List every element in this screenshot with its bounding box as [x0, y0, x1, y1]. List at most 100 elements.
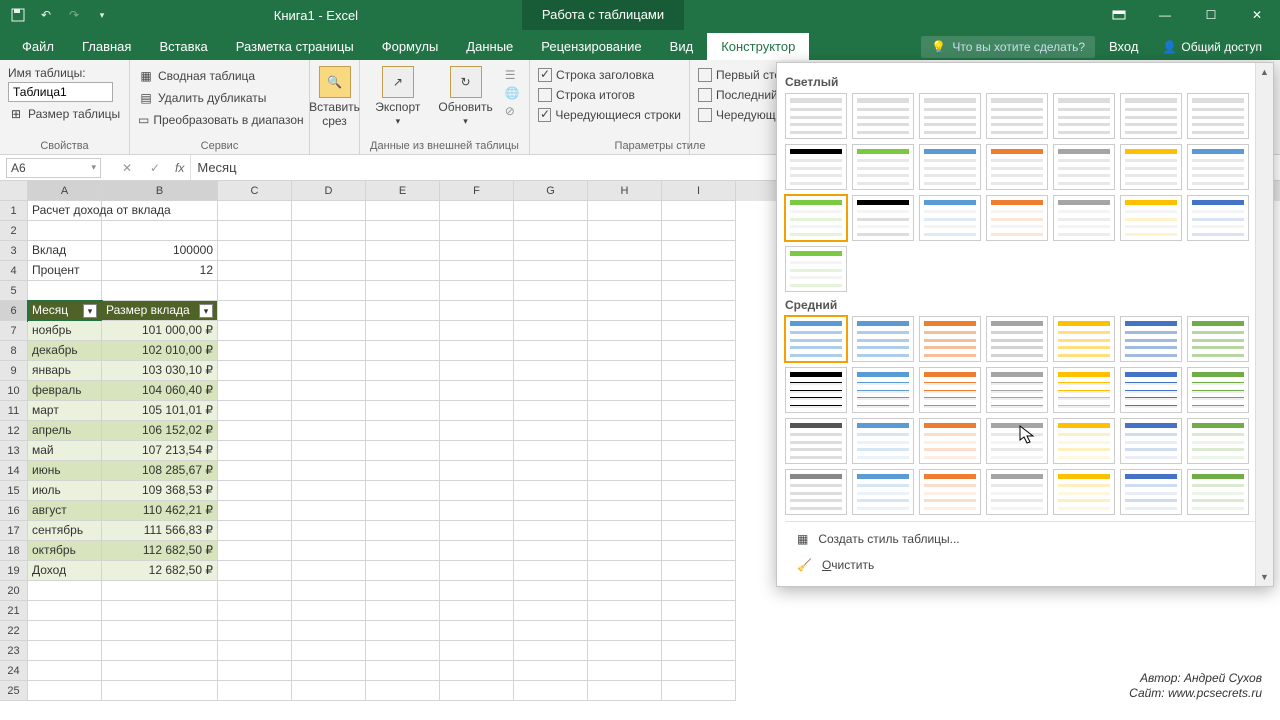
cell[interactable]: [292, 561, 366, 581]
cell[interactable]: [440, 341, 514, 361]
cell[interactable]: [440, 321, 514, 341]
cell[interactable]: [366, 641, 440, 661]
cell[interactable]: [292, 301, 366, 321]
cell[interactable]: Вклад: [28, 241, 102, 261]
cell[interactable]: [292, 641, 366, 661]
column-header[interactable]: D: [292, 181, 366, 201]
cell[interactable]: [588, 221, 662, 241]
cell[interactable]: [662, 341, 736, 361]
table-style-swatch[interactable]: [1053, 93, 1115, 139]
cell[interactable]: [366, 341, 440, 361]
table-style-swatch[interactable]: [1187, 144, 1249, 190]
cell[interactable]: [366, 601, 440, 621]
table-style-swatch[interactable]: [1053, 195, 1115, 241]
cell[interactable]: [218, 641, 292, 661]
row-header[interactable]: 8: [0, 341, 27, 361]
cell[interactable]: [588, 381, 662, 401]
cell[interactable]: [514, 641, 588, 661]
cell[interactable]: [514, 301, 588, 321]
cell[interactable]: [218, 301, 292, 321]
cell[interactable]: [514, 661, 588, 681]
cell[interactable]: [366, 241, 440, 261]
cell[interactable]: [662, 541, 736, 561]
cell[interactable]: [514, 381, 588, 401]
minimize-icon[interactable]: —: [1142, 0, 1188, 30]
table-style-swatch[interactable]: [1120, 367, 1182, 413]
cell[interactable]: [292, 581, 366, 601]
properties-icon[interactable]: ☰: [505, 68, 520, 82]
table-style-swatch[interactable]: [919, 144, 981, 190]
table-style-swatch[interactable]: [1120, 144, 1182, 190]
cell[interactable]: [218, 561, 292, 581]
cell[interactable]: [366, 661, 440, 681]
table-style-swatch[interactable]: [1187, 316, 1249, 362]
cell[interactable]: [218, 421, 292, 441]
cell[interactable]: [102, 661, 218, 681]
cell[interactable]: [28, 281, 102, 301]
cell[interactable]: [366, 221, 440, 241]
cell[interactable]: [662, 561, 736, 581]
column-header[interactable]: E: [366, 181, 440, 201]
cell[interactable]: [662, 661, 736, 681]
row-header[interactable]: 22: [0, 621, 27, 641]
cell[interactable]: [366, 561, 440, 581]
cell[interactable]: 112 682,50 ₽: [102, 541, 218, 561]
cell[interactable]: [588, 661, 662, 681]
cell[interactable]: [662, 421, 736, 441]
row-header[interactable]: 6: [0, 301, 27, 321]
cell[interactable]: [292, 241, 366, 261]
cell[interactable]: [440, 481, 514, 501]
table-style-swatch[interactable]: [852, 144, 914, 190]
cell[interactable]: [292, 421, 366, 441]
share-button[interactable]: 👤Общий доступ: [1152, 34, 1272, 60]
cell[interactable]: [588, 201, 662, 221]
cell[interactable]: [514, 201, 588, 221]
cell[interactable]: [662, 201, 736, 221]
table-style-swatch[interactable]: [1120, 469, 1182, 515]
cell[interactable]: март: [28, 401, 102, 421]
cell[interactable]: [292, 381, 366, 401]
cell[interactable]: [662, 441, 736, 461]
cell[interactable]: [514, 601, 588, 621]
column-header[interactable]: H: [588, 181, 662, 201]
cell[interactable]: [440, 201, 514, 221]
cell[interactable]: [514, 621, 588, 641]
table-style-swatch[interactable]: [852, 418, 914, 464]
cell[interactable]: [292, 541, 366, 561]
cell[interactable]: [588, 641, 662, 661]
cell[interactable]: [218, 661, 292, 681]
row-header[interactable]: 12: [0, 421, 27, 441]
cell[interactable]: [292, 201, 366, 221]
cell[interactable]: [514, 401, 588, 421]
cell[interactable]: [28, 681, 102, 701]
cell[interactable]: [440, 501, 514, 521]
fx-icon[interactable]: fx: [169, 161, 190, 175]
cell[interactable]: [218, 521, 292, 541]
cell[interactable]: [514, 341, 588, 361]
cell[interactable]: [588, 241, 662, 261]
table-style-swatch[interactable]: [785, 316, 847, 362]
table-style-swatch[interactable]: [919, 195, 981, 241]
row-header[interactable]: 9: [0, 361, 27, 381]
cell[interactable]: [514, 541, 588, 561]
cell[interactable]: 107 213,54 ₽: [102, 441, 218, 461]
cell[interactable]: [292, 321, 366, 341]
table-style-swatch[interactable]: [919, 93, 981, 139]
table-style-swatch[interactable]: [919, 469, 981, 515]
cell[interactable]: [366, 201, 440, 221]
cell[interactable]: [440, 661, 514, 681]
cell[interactable]: [662, 621, 736, 641]
cell[interactable]: [588, 301, 662, 321]
cell[interactable]: [588, 461, 662, 481]
cell[interactable]: [28, 621, 102, 641]
cell[interactable]: [662, 281, 736, 301]
cell[interactable]: Процент: [28, 261, 102, 281]
cell[interactable]: [514, 581, 588, 601]
cell[interactable]: [218, 681, 292, 701]
table-style-swatch[interactable]: [919, 418, 981, 464]
table-style-swatch[interactable]: [1053, 316, 1115, 362]
table-style-swatch[interactable]: [986, 469, 1048, 515]
cell[interactable]: [588, 541, 662, 561]
cell[interactable]: [366, 501, 440, 521]
cell[interactable]: 106 152,02 ₽: [102, 421, 218, 441]
